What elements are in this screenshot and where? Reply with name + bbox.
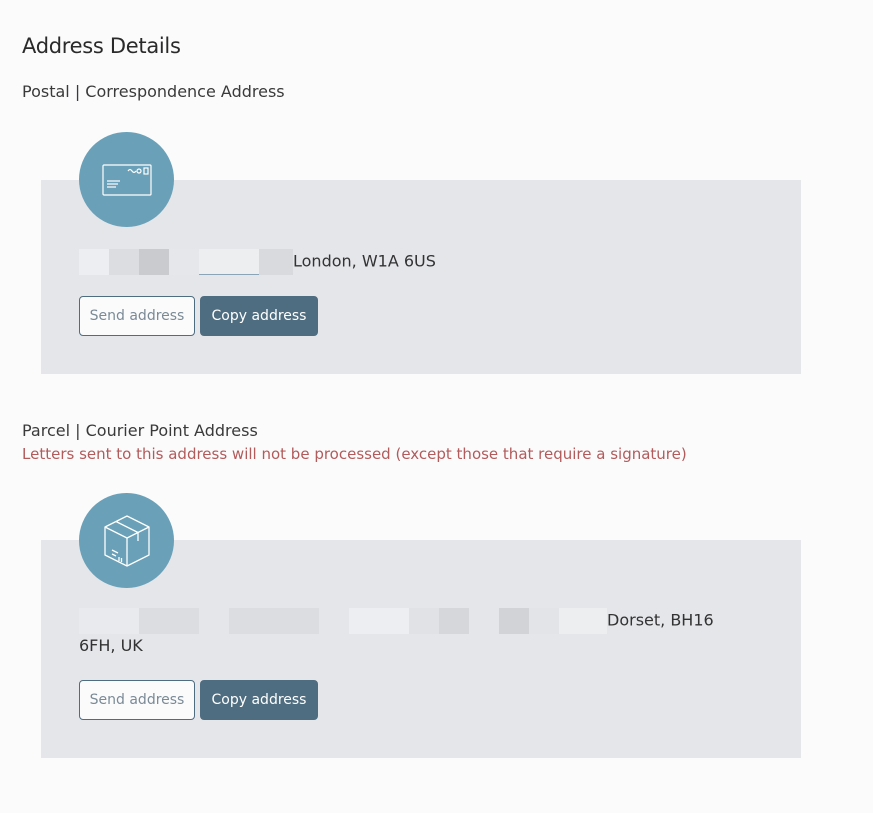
postal-send-address-button[interactable]: Send address [79,296,195,336]
parcel-address-line2: 6FH, UK [79,636,143,655]
redacted-address-block [79,249,293,275]
postal-section-title: Postal | Correspondence Address [22,82,285,101]
redacted-address-block [79,608,607,634]
package-box-icon [79,493,174,588]
parcel-section-title: Parcel | Courier Point Address [22,421,258,440]
postal-address-text: London, W1A 6US [79,249,779,275]
parcel-send-address-button[interactable]: Send address [79,680,195,720]
postal-address-visible: London, W1A 6US [293,251,436,271]
parcel-address-text: Dorset, BH16 6FH, UK [79,608,779,657]
envelope-icon [79,132,174,227]
parcel-copy-address-button[interactable]: Copy address [200,680,318,720]
parcel-address-line1-visible: Dorset, BH16 [607,610,714,630]
page-title: Address Details [22,34,181,58]
parcel-warning-text: Letters sent to this address will not be… [22,445,687,463]
postal-copy-address-button[interactable]: Copy address [200,296,318,336]
